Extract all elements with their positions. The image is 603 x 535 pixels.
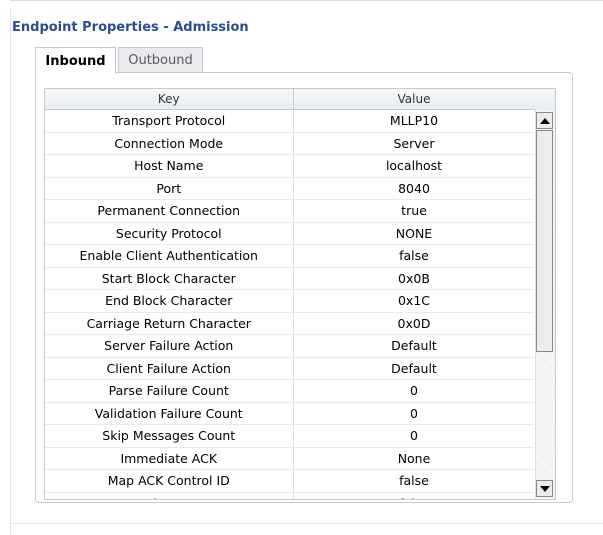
cell-key: Host Name: [45, 154, 294, 178]
cell-key: Parse Failure Count: [45, 379, 294, 403]
tab-outbound[interactable]: Outbound: [118, 47, 203, 72]
cell-value: 0x0B: [293, 267, 536, 290]
column-header-key[interactable]: Key: [45, 89, 294, 110]
table-row[interactable]: Connection Mode Server: [45, 132, 536, 155]
scroll-down-button[interactable]: [536, 480, 553, 497]
cell-key: Enable Client Authentication: [45, 244, 294, 268]
cell-key: Carriage Return Character: [45, 312, 294, 335]
properties-table: Key Value Transport Protocol MLLP10 Connec…: [44, 88, 556, 500]
window-left-edge: [10, 8, 11, 535]
cell-value: 0: [293, 402, 536, 425]
scroll-up-icon: [539, 117, 550, 124]
panel-title: Endpoint Properties - Admission: [12, 20, 249, 35]
table-row[interactable]: Map ACK Control ID false: [45, 469, 536, 493]
table-row[interactable]: Immediate ACK None: [45, 447, 536, 470]
table-row[interactable]: Transport Protocol MLLP10: [45, 109, 536, 133]
cell-value: None: [293, 447, 536, 470]
cell-value: 0: [293, 424, 536, 448]
window-top-edge: [10, 0, 603, 9]
table-row[interactable]: Carriage Return Character 0x0D: [45, 312, 536, 335]
table-row[interactable]: Parse Failure Count 0: [45, 379, 536, 403]
cell-key: Immediate ACK: [45, 447, 294, 470]
cell-value: NONE: [293, 222, 536, 245]
cell-value: Default: [293, 334, 536, 358]
table-row[interactable]: Port 8040: [45, 177, 536, 200]
cell-value: false: [293, 244, 536, 268]
cell-key: Map ACK Control ID: [45, 469, 294, 493]
scroll-up-button[interactable]: [536, 112, 553, 129]
scrollbar-thumb[interactable]: [536, 130, 553, 352]
table-row[interactable]: Map Trigger Eventfalse: [45, 492, 536, 499]
table-row[interactable]: Enable Client Authentication false: [45, 244, 536, 268]
cell-key: Client Failure Action: [45, 357, 294, 380]
table-row[interactable]: End Block Character 0x1C: [45, 289, 536, 313]
table-row[interactable]: Client Failure Action Default: [45, 357, 536, 380]
cell-key: Security Protocol: [45, 222, 294, 245]
cell-value: Server: [293, 132, 536, 155]
table-row[interactable]: Host Name localhost: [45, 154, 536, 178]
cell-key: Start Block Character: [45, 267, 294, 290]
cell-key: End Block Character: [45, 289, 294, 313]
cell-key: Skip Messages Count: [45, 424, 294, 448]
table-row[interactable]: Start Block Character 0x0B: [45, 267, 536, 290]
cell-value: false: [293, 492, 536, 499]
table-row[interactable]: Validation Failure Count 0: [45, 402, 536, 425]
cell-value: true: [293, 199, 536, 223]
cell-key: Validation Failure Count: [45, 402, 294, 425]
cell-value: false: [293, 469, 536, 493]
cell-key: Permanent Connection: [45, 199, 294, 223]
cell-key: Port: [45, 177, 294, 200]
table-header-row: Key Value: [45, 89, 536, 110]
cell-key: Server Failure Action: [45, 334, 294, 358]
scroll-down-icon: [539, 485, 550, 492]
cell-key: Map Trigger Event: [45, 492, 294, 499]
cell-value: 0: [293, 379, 536, 403]
cell-value: 0x1C: [293, 289, 536, 313]
column-header-value[interactable]: Value: [293, 89, 536, 110]
cell-value: localhost: [293, 154, 536, 178]
table-row[interactable]: Security Protocol NONE: [45, 222, 536, 245]
cell-value: Default: [293, 357, 536, 380]
table-row[interactable]: Permanent Connection true: [45, 199, 536, 223]
vertical-scrollbar[interactable]: [536, 110, 555, 499]
cell-key: Connection Mode: [45, 132, 294, 155]
cell-key: Transport Protocol: [45, 109, 294, 133]
table-row[interactable]: Skip Messages Count 0: [45, 424, 536, 448]
table-row[interactable]: Server Failure Action Default: [45, 334, 536, 358]
panel-bottom-edge: [11, 523, 603, 524]
cell-value: MLLP10: [293, 109, 536, 133]
cell-value: 0x0D: [293, 312, 536, 335]
tab-inbound[interactable]: Inbound: [35, 47, 116, 74]
header-filler: [535, 89, 555, 111]
cell-value: 8040: [293, 177, 536, 200]
